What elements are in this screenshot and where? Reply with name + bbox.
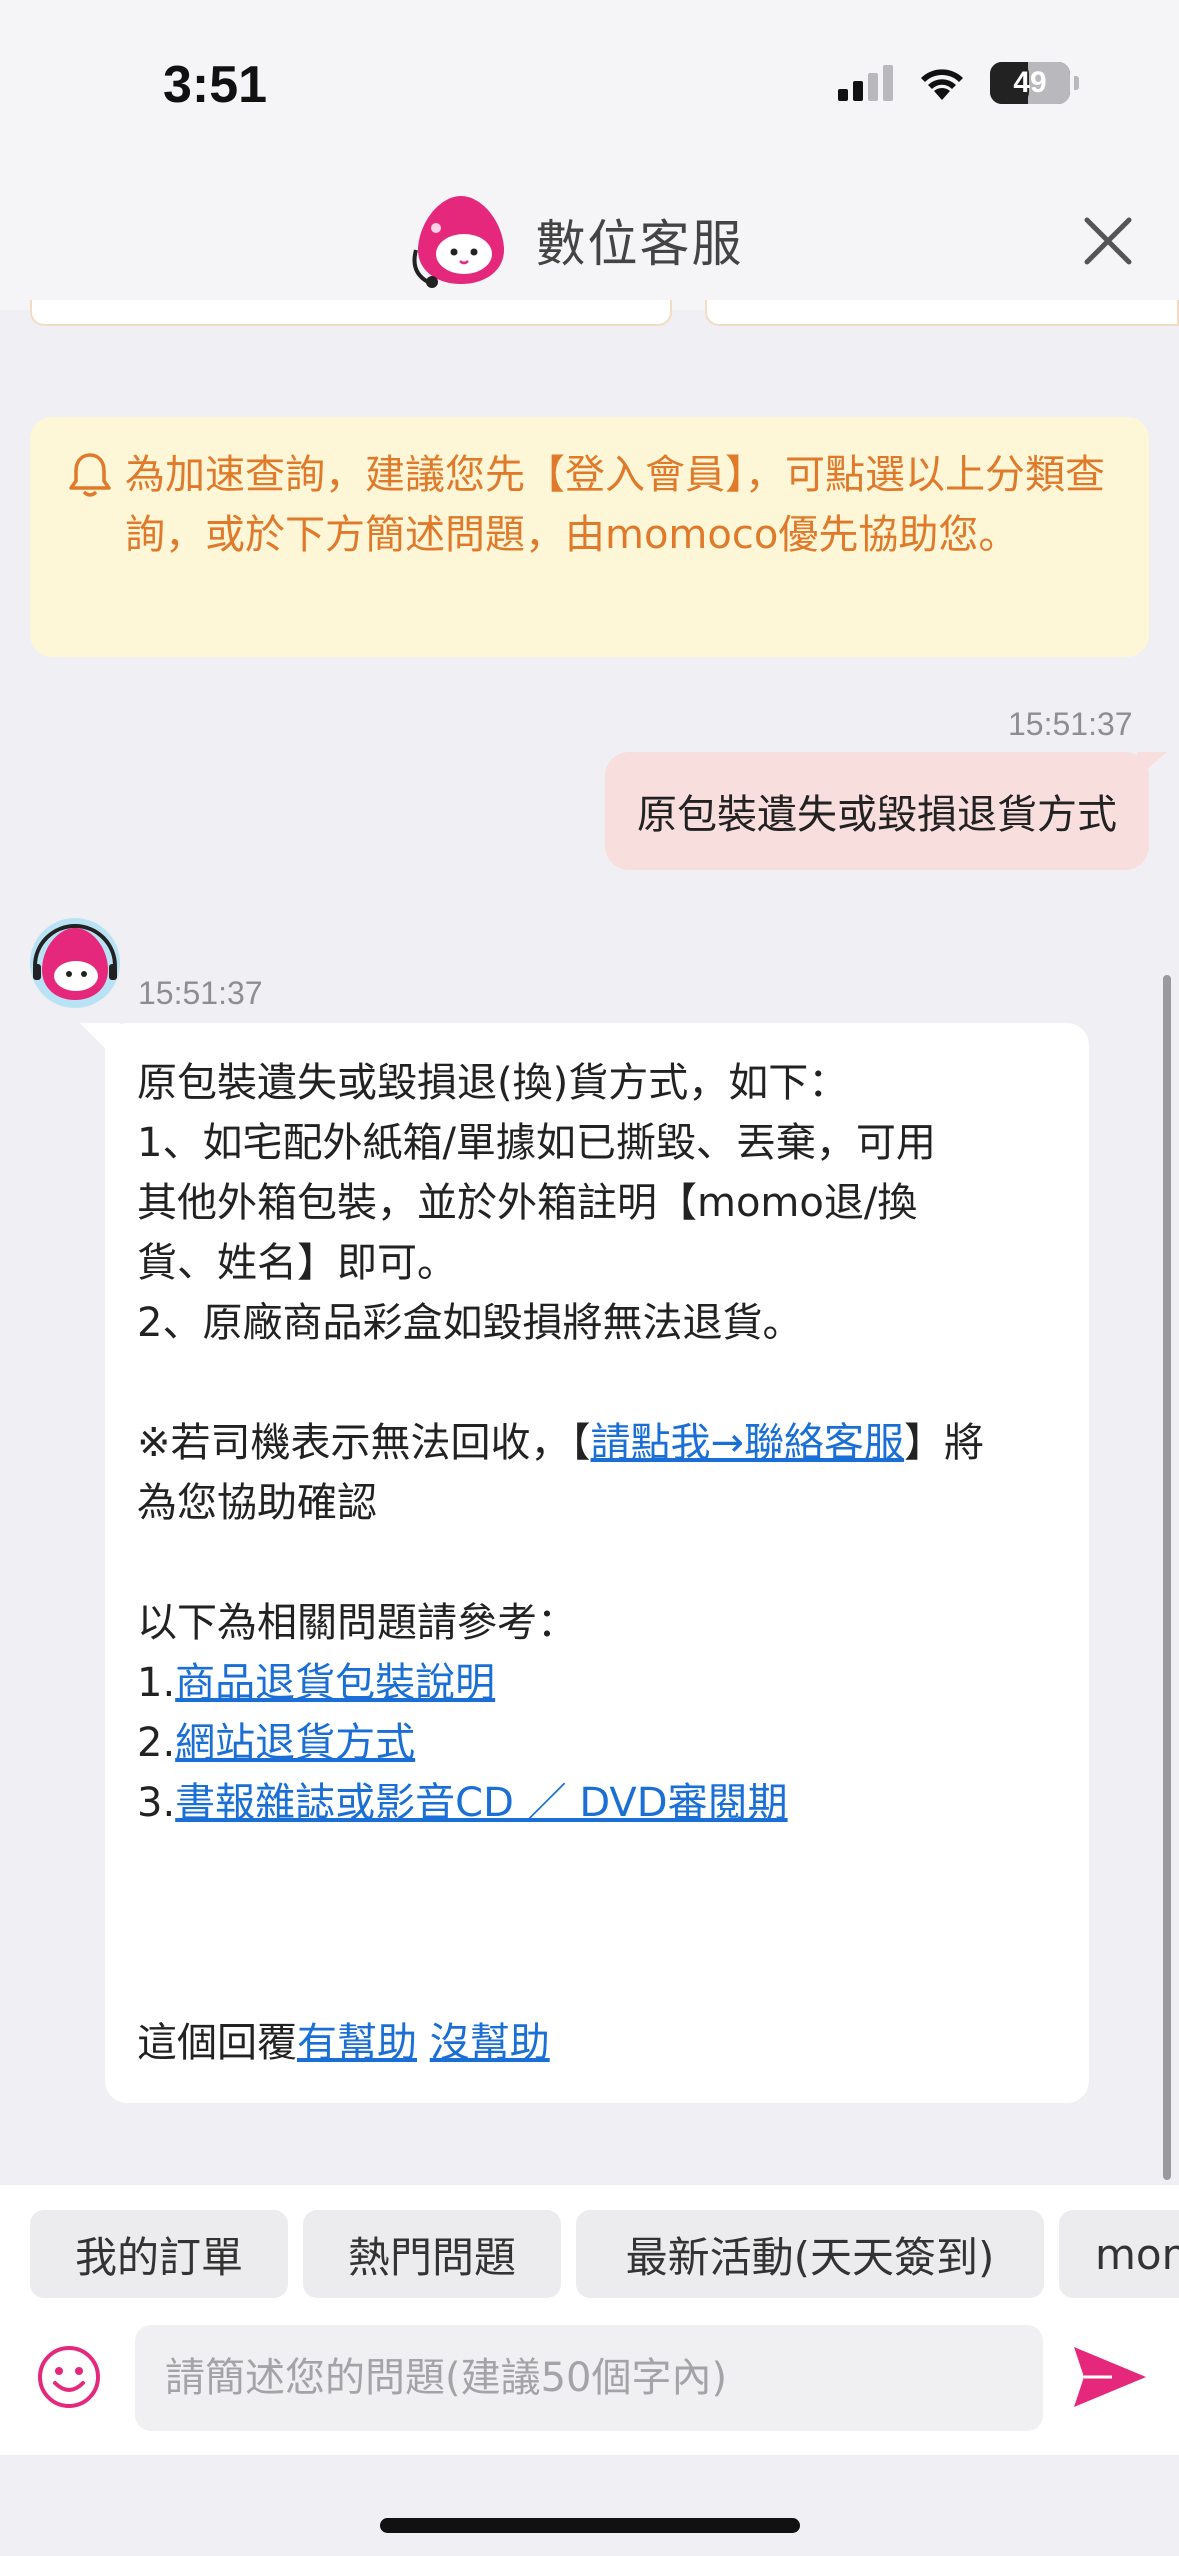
related-question-item: 2.網站退貨方式: [137, 1713, 1057, 1773]
bot-message-line: 2、原廠商品彩盒如毀損將無法退貨。: [137, 1300, 803, 1346]
bot-message-timestamp: 15:51:37: [138, 975, 263, 1011]
cellular-signal-icon: [838, 65, 893, 101]
status-time: 3:51: [163, 56, 268, 114]
user-message-text: 原包裝遺失或毀損退貨方式: [637, 792, 1117, 838]
message-input[interactable]: [135, 2325, 1043, 2431]
quick-reply-my-orders[interactable]: 我的訂單: [30, 2210, 288, 2298]
chat-scrollbar[interactable]: [1163, 975, 1171, 2180]
bell-icon: [69, 453, 111, 497]
category-card[interactable]: [705, 300, 1179, 326]
quick-reply-latest-events[interactable]: 最新活動(天天簽到): [576, 2210, 1044, 2298]
related-question-number: 1.: [137, 1660, 176, 1706]
related-question-number: 2.: [137, 1720, 176, 1766]
send-icon[interactable]: [1072, 2343, 1148, 2411]
bot-message-line: 1、如宅配外紙箱/單據如已撕毀、丟棄，可用: [137, 1120, 936, 1166]
bot-message-line: 原包裝遺失或毀損退(換)貨方式，如下：: [137, 1060, 849, 1106]
quick-reply-hot-questions[interactable]: 熱門問題: [303, 2210, 561, 2298]
category-card[interactable]: [30, 300, 672, 326]
momoco-avatar-icon: [33, 924, 117, 1000]
contact-note: ※若司機表示無法回收，【請點我→聯絡客服】將為您協助確認: [137, 1413, 1017, 1533]
bot-avatar: [30, 918, 120, 1008]
related-question-item: 1.商品退貨包裝說明: [137, 1653, 1057, 1713]
login-notice: 為加速查詢，建議您先【登入會員】，可點選以上分類查詢，或於下方簡述問題，由mom…: [30, 417, 1149, 657]
notice-text: 為加速查詢，建議您先【登入會員】，可點選以上分類查詢，或於下方簡述問題，由mom…: [125, 452, 1105, 558]
user-bubble-tail: [1137, 752, 1167, 778]
related-question-link[interactable]: 商品退貨包裝說明: [175, 1660, 495, 1706]
feedback-prefix: 這個回覆: [137, 2020, 297, 2066]
home-indicator[interactable]: [380, 2518, 800, 2533]
bot-message-line: 貨、姓名】即可。: [137, 1240, 457, 1286]
not-helpful-link[interactable]: 沒幫助: [430, 2020, 550, 2066]
status-icons: 49: [838, 62, 1079, 104]
bottom-safe-area: [0, 2455, 1179, 2556]
contact-note-prefix: ※若司機表示無法回收，【: [137, 1420, 591, 1466]
emoji-icon[interactable]: [36, 2344, 102, 2410]
status-bar: 3:51 49: [0, 0, 1179, 170]
quick-reply-bar: 我的訂單 熱門問題 最新活動(天天簽到) momo: [0, 2185, 1179, 2315]
chat-header: 數位客服: [0, 170, 1179, 310]
momoco-mascot-icon: [412, 196, 504, 288]
close-icon[interactable]: [1077, 210, 1139, 272]
related-question-item: 3.書報雜誌或影音CD ／ DVD審閱期: [137, 1773, 1057, 1833]
wifi-icon: [921, 69, 963, 100]
related-question-number: 3.: [137, 1780, 176, 1826]
battery-level: 49: [1013, 66, 1047, 99]
feedback-row: 這個回覆有幫助 沒幫助: [137, 2013, 1057, 2073]
user-message-bubble: 原包裝遺失或毀損退貨方式: [605, 752, 1149, 870]
bot-message-bubble: 原包裝遺失或毀損退(換)貨方式，如下： 1、如宅配外紙箱/單據如已撕毀、丟棄，可…: [105, 1023, 1089, 2103]
contact-service-link[interactable]: 請點我→聯絡客服: [591, 1420, 905, 1466]
quick-reply-momo[interactable]: momo: [1059, 2210, 1179, 2298]
battery-icon: 49: [990, 62, 1070, 104]
user-message-timestamp: 15:51:37: [1008, 706, 1133, 742]
bot-message-line: 其他外箱包裝，並於外箱註明【momo退/換: [137, 1180, 918, 1226]
related-question-link[interactable]: 網站退貨方式: [175, 1720, 415, 1766]
message-input-row: [0, 2315, 1179, 2455]
related-question-link[interactable]: 書報雜誌或影音CD ／ DVD審閱期: [175, 1780, 787, 1826]
header-title: 數位客服: [535, 215, 744, 273]
related-questions-title: 以下為相關問題請參考：: [137, 1600, 577, 1646]
helpful-link[interactable]: 有幫助: [297, 2020, 417, 2066]
